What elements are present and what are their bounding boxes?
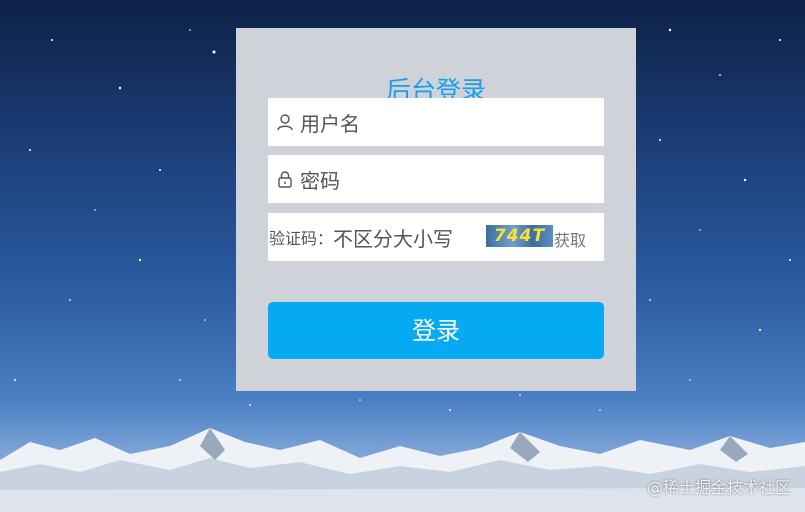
login-panel: 后台登录 用户名 密码 验证码： 不区分大小写 744T 获取 登录 [236, 28, 636, 391]
captcha-placeholder: 不区分大小写 [333, 226, 454, 251]
captcha-image[interactable]: 744T [486, 225, 553, 247]
snowy-mountains [0, 428, 805, 512]
password-placeholder: 密码 [300, 168, 340, 193]
login-button[interactable]: 登录 [268, 302, 604, 359]
captcha-field[interactable]: 验证码： 不区分大小写 744T 获取 [268, 213, 604, 261]
lock-icon [276, 170, 294, 188]
watermark: @稀土掘金技术社区 [646, 478, 791, 497]
username-field[interactable]: 用户名 [268, 98, 604, 146]
captcha-label: 验证码： [269, 229, 334, 248]
captcha-refresh-link[interactable]: 获取 [554, 227, 586, 251]
username-placeholder: 用户名 [300, 111, 360, 136]
user-icon [276, 113, 294, 131]
password-field[interactable]: 密码 [268, 155, 604, 203]
